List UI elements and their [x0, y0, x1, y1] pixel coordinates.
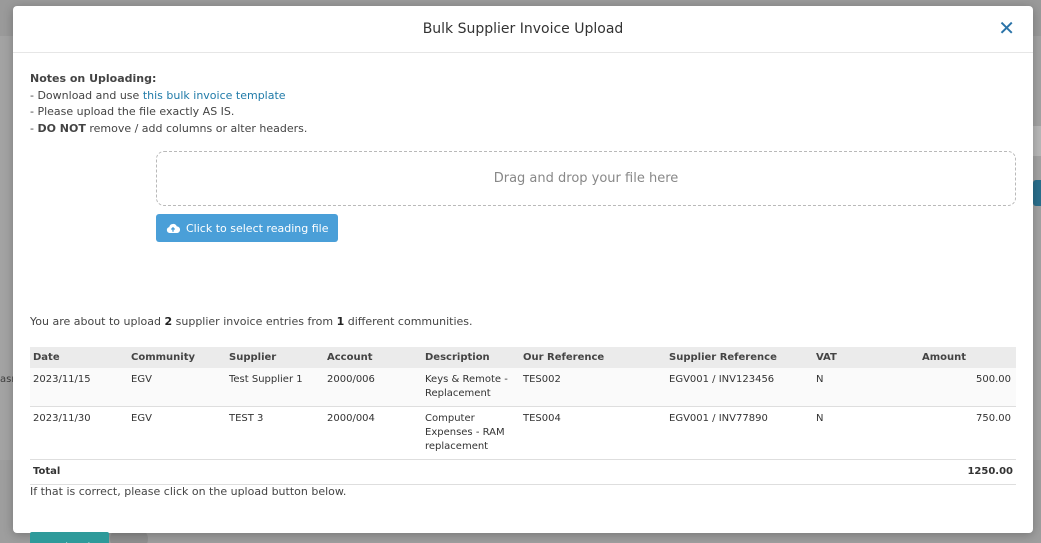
- column-header: VAT: [813, 347, 919, 368]
- table-row: 2023/11/15 EGV Test Supplier 1 2000/006 …: [30, 368, 1016, 407]
- column-header: Our Reference: [520, 347, 666, 368]
- close-icon[interactable]: ✕: [998, 18, 1015, 38]
- notes-heading: Notes on Uploading:: [30, 72, 157, 85]
- upload-summary: You are about to upload 2 supplier invoi…: [30, 315, 473, 328]
- notes-line-3: - DO NOT remove / add columns or alter h…: [30, 121, 1016, 138]
- upload-button[interactable]: Upload: [30, 532, 109, 543]
- summary-entry-count: 2: [164, 315, 173, 328]
- summary-suffix: different communities.: [344, 315, 473, 328]
- notes-line-3-suffix: remove / add columns or alter headers.: [85, 121, 308, 135]
- table-cell: TEST 3: [226, 406, 324, 460]
- table-cell: 500.00: [919, 368, 1016, 407]
- column-header: Community: [128, 347, 226, 368]
- background-edge-box: [1033, 126, 1041, 156]
- confirm-text: If that is correct, please click on the …: [30, 485, 347, 498]
- table-cell: EGV: [128, 406, 226, 460]
- table-cell: EGV: [128, 368, 226, 407]
- invoice-preview-table: Date Community Supplier Account Descript…: [30, 347, 1016, 485]
- summary-prefix: You are about to upload: [30, 315, 165, 328]
- notes-line-1-text: - Download and use: [30, 88, 143, 102]
- table-row: 2023/11/30 EGV TEST 3 2000/004 Computer …: [30, 406, 1016, 460]
- table-total-row: Total 1250.00: [30, 459, 1016, 485]
- table-cell: Keys & Remote - Replacement: [422, 368, 520, 407]
- modal-title: Bulk Supplier Invoice Upload: [422, 21, 624, 37]
- column-header: Supplier: [226, 347, 324, 368]
- template-link[interactable]: this bulk invoice template: [143, 89, 286, 102]
- table-cell: 2023/11/30: [30, 406, 128, 460]
- bulk-upload-modal: Bulk Supplier Invoice Upload ✕ Notes on …: [13, 6, 1033, 543]
- table-cell: 2023/11/15: [30, 368, 128, 407]
- table-cell: TES004: [520, 406, 666, 460]
- dropzone-text: Drag and drop your file here: [493, 171, 679, 186]
- table-cell: 2000/006: [324, 368, 422, 407]
- total-value: 1250.00: [919, 459, 1016, 485]
- table-cell: EGV001 / INV123456: [666, 368, 813, 407]
- column-header: Account: [324, 347, 422, 368]
- modal-body: Notes on Uploading: - Download and use t…: [13, 53, 1033, 543]
- table-cell: EGV001 / INV77890: [666, 406, 813, 460]
- background-edge-button: [1033, 180, 1041, 206]
- modal-header: Bulk Supplier Invoice Upload ✕: [13, 6, 1033, 53]
- column-header: Amount: [919, 347, 1016, 368]
- column-header: Description: [422, 347, 520, 368]
- summary-middle: supplier invoice entries from: [172, 315, 337, 328]
- column-header: Date: [30, 347, 128, 368]
- notes-line-3-bold: DO NOT: [37, 121, 86, 135]
- upload-notes: Notes on Uploading: - Download and use t…: [30, 71, 1016, 137]
- total-label: Total: [30, 459, 919, 485]
- column-header: Supplier Reference: [666, 347, 813, 368]
- notes-line-1: - Download and use this bulk invoice tem…: [30, 88, 1016, 105]
- notes-line-2: - Please upload the file exactly AS IS.: [30, 105, 235, 118]
- cloud-upload-icon: [166, 223, 180, 234]
- select-file-button[interactable]: Click to select reading file: [156, 214, 339, 242]
- table-header-row: Date Community Supplier Account Descript…: [30, 347, 1016, 368]
- table-cell: N: [813, 406, 919, 460]
- table-cell: TES002: [520, 368, 666, 407]
- background-left-text: ası: [0, 374, 15, 385]
- table-cell: N: [813, 368, 919, 407]
- table-cell: Computer Expenses - RAM replacement: [422, 406, 520, 460]
- table-cell: Test Supplier 1: [226, 368, 324, 407]
- table-cell: 2000/004: [324, 406, 422, 460]
- file-dropzone[interactable]: Drag and drop your file here: [156, 151, 1016, 206]
- select-file-label: Click to select reading file: [186, 221, 329, 235]
- table-cell: 750.00: [919, 406, 1016, 460]
